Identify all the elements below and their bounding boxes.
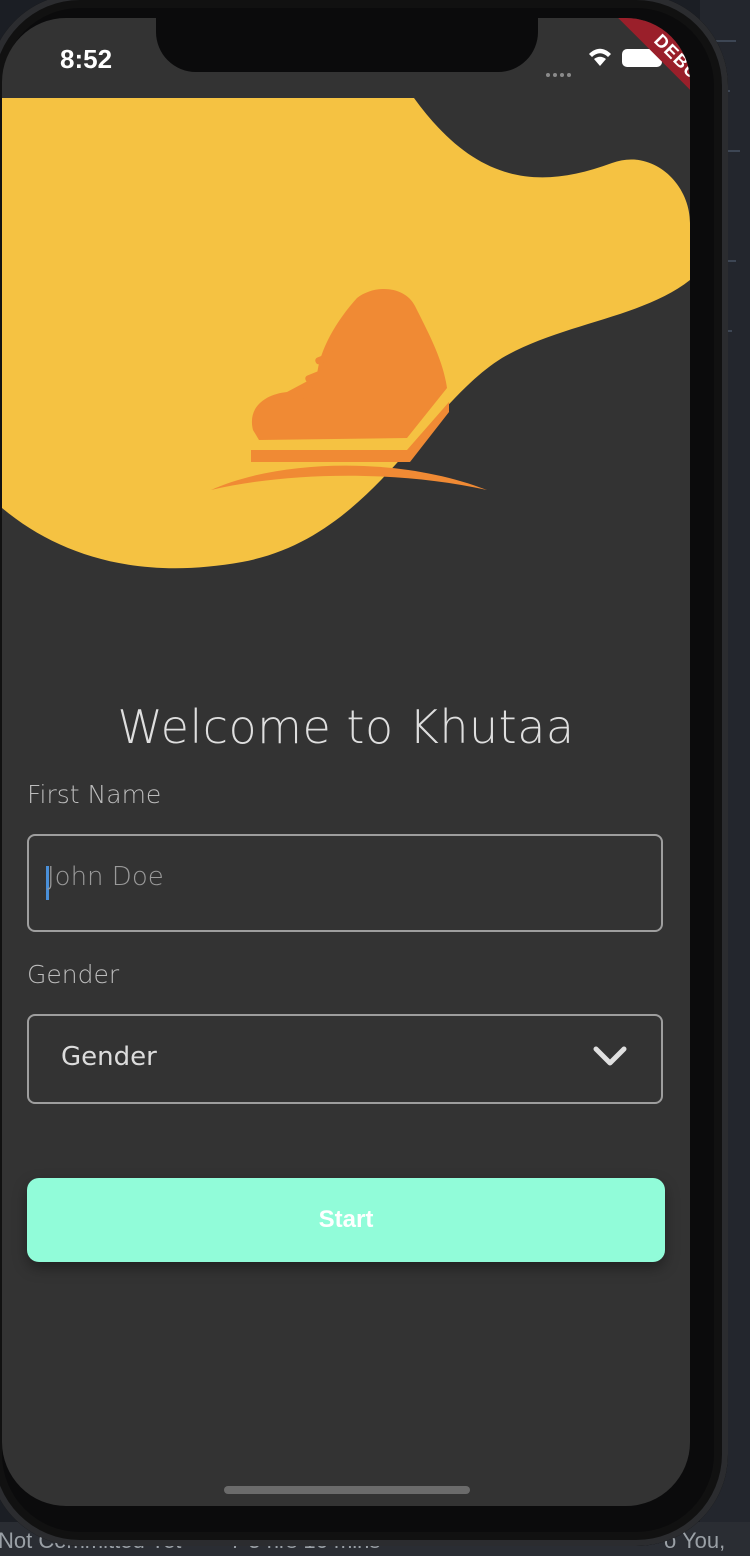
device-notch xyxy=(156,18,538,72)
chevron-down-icon xyxy=(593,1046,627,1066)
status-time: 8:52 xyxy=(60,44,113,74)
home-indicator[interactable] xyxy=(224,1486,470,1494)
gender-label: Gender xyxy=(27,960,120,989)
first-name-field[interactable] xyxy=(27,834,663,932)
first-name-input[interactable] xyxy=(47,862,627,892)
wifi-icon xyxy=(589,48,611,66)
gender-selected-value: Gender xyxy=(61,1042,157,1072)
start-button[interactable]: Start xyxy=(27,1178,665,1262)
first-name-label: First Name xyxy=(27,780,162,809)
app-screen: 8:52 DEBUG Welcome to Khutaa First Name … xyxy=(2,18,690,1506)
running-shoe-icon xyxy=(211,288,487,490)
gender-dropdown[interactable]: Gender xyxy=(27,1014,663,1104)
signal-icon xyxy=(546,62,574,81)
welcome-title: Welcome to Khutaa xyxy=(117,700,575,754)
